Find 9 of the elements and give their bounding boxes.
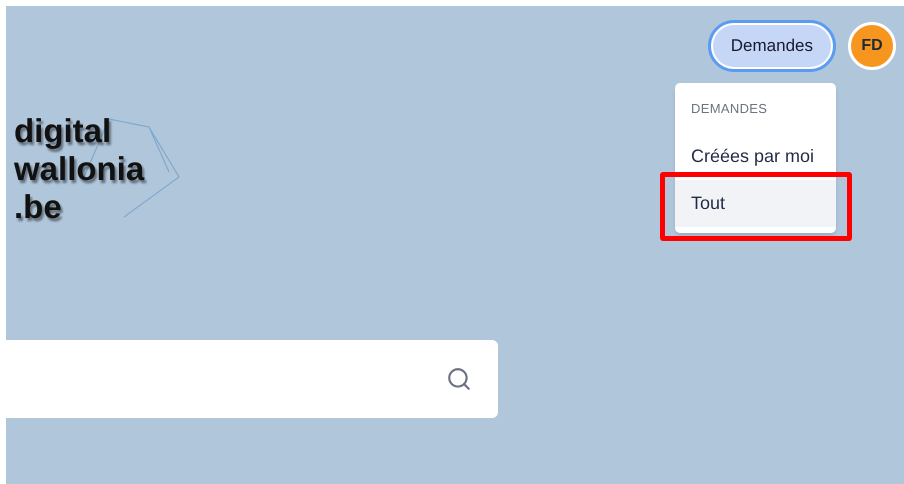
search-icon [446,366,472,392]
logo-text: wallonia [14,150,144,188]
user-avatar[interactable]: FD [848,22,896,70]
menu-item[interactable]: Tout [675,180,836,226]
requests-button[interactable]: Demandes [708,20,836,72]
search-field[interactable] [6,340,498,418]
menu-heading: DEMANDES [690,100,768,118]
logo-text: .be [14,188,62,226]
logo-text: digital [14,112,112,150]
